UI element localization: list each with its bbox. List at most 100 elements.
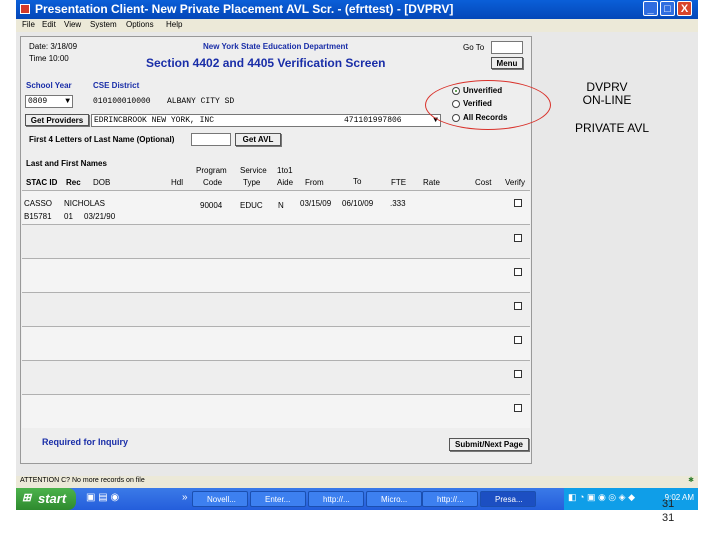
- col-stac-id: STAC ID: [26, 178, 58, 187]
- record-code: 90004: [200, 201, 223, 210]
- maximize-button[interactable]: □: [660, 1, 675, 16]
- record-to: 06/10/09: [342, 199, 374, 208]
- verify-checkbox[interactable]: [514, 302, 522, 310]
- menu-file[interactable]: File: [22, 20, 35, 29]
- close-button[interactable]: X: [677, 1, 692, 16]
- table-row: [22, 292, 530, 326]
- task-http-2[interactable]: http://...: [422, 491, 478, 507]
- page-number-small: 31: [662, 498, 675, 510]
- status-bar: ATTENTION C? No more records on file ✱: [16, 476, 698, 488]
- goto-label: Go To: [463, 43, 485, 52]
- record-dob: 03/21/90: [84, 212, 116, 221]
- task-presa[interactable]: Presa...: [480, 491, 536, 507]
- col-dob: DOB: [93, 178, 111, 187]
- col-rate: Rate: [423, 178, 440, 187]
- table-row: [22, 394, 530, 428]
- verify-checkbox[interactable]: [514, 404, 522, 412]
- provider-name: EDRINCBROOK NEW YORK, INC: [94, 116, 215, 125]
- verify-checkbox[interactable]: [514, 234, 522, 242]
- col-verify: Verify: [505, 178, 526, 187]
- col-last-first-names: Last and First Names: [26, 159, 107, 168]
- required-label: Required for Inquiry: [42, 437, 129, 447]
- submit-next-page-button[interactable]: Submit/Next Page: [449, 438, 529, 451]
- provider-select[interactable]: EDRINCBROOK NEW YORK, INC 471101997806 ▼: [91, 114, 441, 127]
- col-code: Code: [203, 178, 223, 187]
- quick-launch-icons[interactable]: ▣ ▤ ◉: [86, 492, 119, 503]
- note-dvprv: DVPRV: [586, 80, 628, 94]
- col-cost: Cost: [475, 178, 492, 187]
- provider-code: 471101997806: [344, 116, 402, 125]
- task-micro[interactable]: Micro...: [366, 491, 422, 507]
- verify-checkbox[interactable]: [514, 370, 522, 378]
- goto-input[interactable]: [491, 41, 523, 54]
- verify-checkbox[interactable]: [514, 268, 522, 276]
- task-http-1[interactable]: http://...: [308, 491, 364, 507]
- last-name-label: First 4 Letters of Last Name (Optional): [29, 135, 175, 144]
- record-rec: 01: [64, 212, 73, 221]
- page-number: 31: [662, 512, 675, 524]
- table-row: CASSO NICHOLAS B15781 01 03/21/90 90004 …: [22, 190, 530, 224]
- table-row: [22, 224, 530, 258]
- col-program-top: Program: [196, 166, 227, 175]
- col-service-top: Service: [240, 166, 267, 175]
- school-year-value: 0809: [28, 97, 48, 106]
- verify-checkbox[interactable]: [514, 199, 522, 207]
- note-on-line: ON-LINE: [582, 93, 632, 107]
- tray-icons[interactable]: ◧ ◔ ▣ ◉ ◎ ◈ ◆: [568, 492, 635, 503]
- col-from: From: [305, 178, 324, 187]
- record-last-name: CASSO: [24, 199, 53, 208]
- last-name-input[interactable]: [191, 133, 231, 146]
- col-aide: Aide: [277, 178, 294, 187]
- date-label: Date: 3/18/09: [29, 42, 78, 51]
- verify-checkbox[interactable]: [514, 336, 522, 344]
- record-fte: .333: [390, 199, 406, 208]
- note-private-avl: PRIVATE AVL: [574, 121, 650, 135]
- screen-title: Section 4402 and 4405 Verification Scree…: [146, 56, 386, 70]
- status-icon: ✱: [688, 477, 694, 484]
- task-novell[interactable]: Novell...: [192, 491, 248, 507]
- col-type: Type: [243, 178, 261, 187]
- time-label: Time 10:00: [29, 54, 69, 63]
- cse-district-label: CSE District: [93, 81, 140, 90]
- menu-edit[interactable]: Edit: [42, 20, 56, 29]
- menu-button[interactable]: Menu: [491, 57, 523, 69]
- col-1to1-top: 1to1: [277, 166, 293, 175]
- menu-view[interactable]: View: [64, 20, 81, 29]
- system-tray: ◧ ◔ ▣ ◉ ◎ ◈ ◆ 9:02 AM: [564, 488, 698, 510]
- table-row: [22, 360, 530, 394]
- chevron-down-icon: ▼: [65, 97, 70, 106]
- status-text: ATTENTION C? No more records on file: [20, 477, 145, 484]
- cse-district-code: 010100010000: [93, 97, 151, 106]
- cse-district-name: ALBANY CITY SD: [167, 97, 235, 106]
- title-bar: Presentation Client- New Private Placeme…: [16, 0, 698, 19]
- menu-help[interactable]: Help: [166, 20, 182, 29]
- col-to: To: [353, 177, 362, 186]
- record-aide: N: [278, 201, 284, 210]
- record-from: 03/15/09: [300, 199, 332, 208]
- menu-system[interactable]: System: [90, 20, 117, 29]
- col-fte: FTE: [391, 178, 407, 187]
- get-avl-button[interactable]: Get AVL: [235, 133, 281, 146]
- minimize-button[interactable]: _: [643, 1, 658, 16]
- school-year-label: School Year: [26, 81, 72, 90]
- app-icon: [20, 4, 30, 14]
- menu-options[interactable]: Options: [126, 20, 154, 29]
- window-title: Presentation Client- New Private Placeme…: [35, 2, 454, 16]
- menu-bar: File Edit View System Options Help: [16, 19, 698, 32]
- school-year-select[interactable]: 0809 ▼: [25, 95, 73, 108]
- col-hdl: Hdl: [171, 178, 184, 187]
- windows-logo-icon: ⊞: [22, 492, 32, 504]
- get-providers-button[interactable]: Get Providers: [25, 114, 89, 126]
- highlight-oval: [425, 80, 551, 130]
- chevron-right-icon[interactable]: »: [182, 492, 188, 503]
- record-type: EDUC: [240, 201, 263, 210]
- record-stac-id: B15781: [24, 212, 52, 221]
- table-row: [22, 326, 530, 360]
- record-first-name: NICHOLAS: [64, 199, 105, 208]
- department-name: New York State Education Department: [203, 42, 349, 51]
- col-rec: Rec: [66, 178, 81, 187]
- taskbar: ⊞ start ▣ ▤ ◉ » Novell... Enter... http:…: [16, 488, 698, 510]
- task-enter[interactable]: Enter...: [250, 491, 306, 507]
- start-button[interactable]: ⊞ start: [16, 488, 76, 510]
- table-row: [22, 258, 530, 292]
